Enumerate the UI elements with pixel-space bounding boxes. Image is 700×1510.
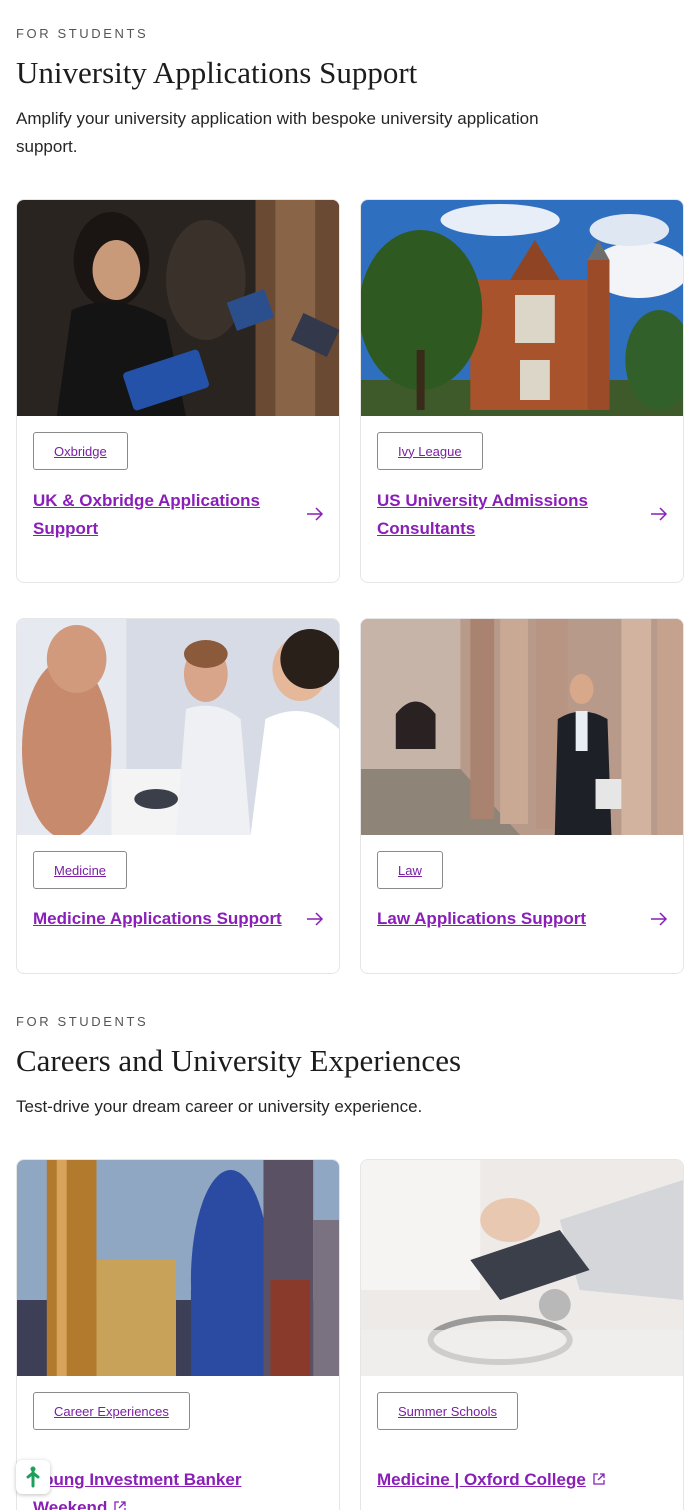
section-title: University Applications Support bbox=[16, 55, 418, 90]
accessibility-button[interactable] bbox=[16, 1460, 50, 1494]
section-eyebrow: FOR STUDENTS bbox=[16, 26, 149, 41]
section-description: Test-drive your dream career or universi… bbox=[16, 1097, 423, 1116]
section-title: Careers and University Experiences bbox=[16, 1043, 462, 1078]
card-law[interactable]: Law Law Applications Support bbox=[360, 618, 684, 974]
card-title-link[interactable]: Medicine | Oxford College bbox=[377, 1466, 667, 1494]
arrow-right-icon bbox=[651, 912, 668, 926]
card-title-link[interactable]: Medicine Applications Support bbox=[33, 905, 303, 933]
external-link-icon bbox=[114, 1501, 126, 1510]
card-image bbox=[17, 200, 339, 416]
card-title-link[interactable]: Law Applications Support bbox=[377, 905, 647, 933]
card-title-link[interactable]: US University Admissions Consultants bbox=[377, 487, 637, 543]
tag-medicine[interactable]: Medicine bbox=[33, 851, 128, 889]
card-image bbox=[361, 1160, 683, 1376]
arrow-right-icon bbox=[651, 507, 668, 521]
card-title-link[interactable]: Young Investment Banker Weekend bbox=[33, 1466, 293, 1510]
tag-law[interactable]: Law bbox=[377, 851, 443, 889]
accessibility-icon bbox=[26, 1466, 40, 1488]
card-medicine[interactable]: Medicine Medicine Applications Support bbox=[16, 618, 340, 974]
tag-summer-schools[interactable]: Summer Schools bbox=[377, 1392, 518, 1430]
card-career-experiences[interactable]: Career Experiences Young Investment Bank… bbox=[16, 1159, 340, 1510]
card-image bbox=[361, 200, 683, 416]
tag-career-experiences[interactable]: Career Experiences bbox=[33, 1392, 190, 1430]
arrow-right-icon bbox=[307, 507, 324, 521]
card-image bbox=[361, 619, 683, 835]
section-header-careers-experiences: FOR STUDENTS Careers and University Expe… bbox=[16, 1014, 684, 1121]
section-description: Amplify your university application with… bbox=[16, 109, 539, 156]
card-title-link[interactable]: UK & Oxbridge Applications Support bbox=[33, 487, 293, 543]
card-image bbox=[17, 619, 339, 835]
card-summer-schools[interactable]: Summer Schools Medicine | Oxford College bbox=[360, 1159, 684, 1510]
card-oxbridge[interactable]: Oxbridge UK & Oxbridge Applications Supp… bbox=[16, 199, 340, 583]
section-eyebrow: FOR STUDENTS bbox=[16, 1014, 149, 1029]
section-header-university-applications: FOR STUDENTS University Applications Sup… bbox=[16, 26, 684, 161]
card-ivy-league[interactable]: Ivy League US University Admissions Cons… bbox=[360, 199, 684, 583]
tag-ivy-league[interactable]: Ivy League bbox=[377, 432, 483, 470]
card-image bbox=[17, 1160, 339, 1376]
external-link-icon bbox=[593, 1473, 605, 1485]
arrow-right-icon bbox=[307, 912, 324, 926]
tag-oxbridge[interactable]: Oxbridge bbox=[33, 432, 128, 470]
